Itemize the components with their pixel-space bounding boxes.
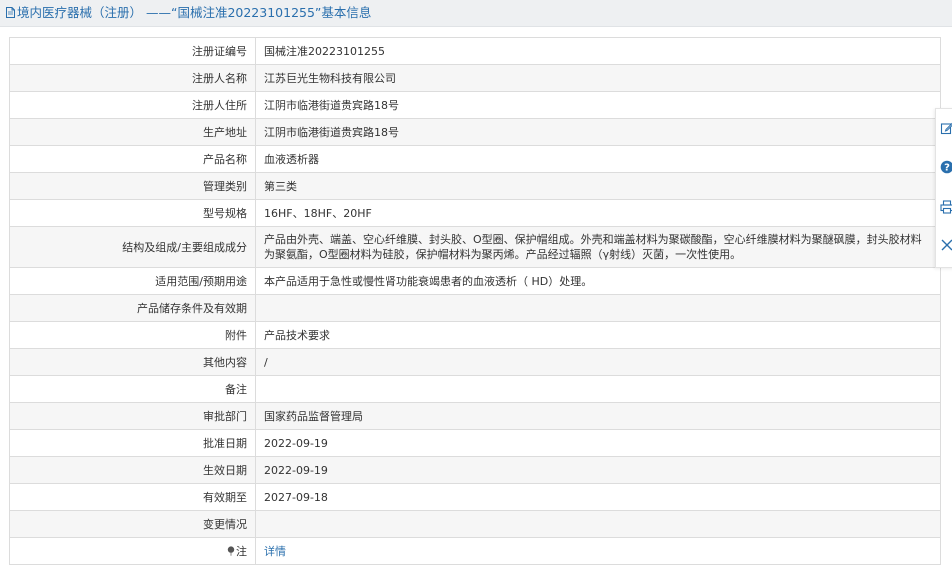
document-icon — [6, 7, 15, 18]
table-row: 备注 — [9, 375, 941, 403]
row-label: 其他内容 — [9, 348, 256, 376]
table-row: 审批部门 国家药品监督管理局 — [9, 402, 941, 430]
page-header: 境内医疗器械（注册） ——“国械注准20223101255”基本信息 — [0, 0, 952, 27]
row-label: 生效日期 — [9, 456, 256, 484]
device-info-table: 注册证编号 国械注准20223101255 注册人名称 江苏巨光生物科技有限公司… — [9, 37, 941, 565]
row-label: 审批部门 — [9, 402, 256, 430]
row-value: 本产品适用于急性或慢性肾功能衰竭患者的血液透析（ HD）处理。 — [255, 267, 941, 295]
note-label: 注 — [9, 537, 256, 565]
table-row: 注册人名称 江苏巨光生物科技有限公司 — [9, 64, 941, 92]
row-label: 适用范围/预期用途 — [9, 267, 256, 295]
row-label: 注册人名称 — [9, 64, 256, 92]
help-icon[interactable]: ? — [940, 160, 952, 174]
row-value — [255, 294, 941, 322]
row-label: 管理类别 — [9, 172, 256, 200]
row-value: 2022-09-19 — [255, 456, 941, 484]
table-row: 附件 产品技术要求 — [9, 321, 941, 349]
row-value: 产品由外壳、端盖、空心纤维膜、封头胶、O型圈、保护帽组成。外壳和端盖材料为聚碳酸… — [255, 226, 941, 268]
row-label: 注册人住所 — [9, 91, 256, 119]
row-label: 批准日期 — [9, 429, 256, 457]
print-icon[interactable] — [940, 200, 952, 214]
row-label: 注册证编号 — [9, 37, 256, 65]
table-row: 结构及组成/主要组成成分 产品由外壳、端盖、空心纤维膜、封头胶、O型圈、保护帽组… — [9, 226, 941, 268]
row-label: 备注 — [9, 375, 256, 403]
side-toolbar: ? — [935, 108, 952, 268]
table-row: 批准日期 2022-09-19 — [9, 429, 941, 457]
row-value: 2027-09-18 — [255, 483, 941, 511]
table-row: 适用范围/预期用途 本产品适用于急性或慢性肾功能衰竭患者的血液透析（ HD）处理… — [9, 267, 941, 295]
row-value: 2022-09-19 — [255, 429, 941, 457]
row-label: 产品名称 — [9, 145, 256, 173]
row-value: 第三类 — [255, 172, 941, 200]
pin-icon — [227, 545, 235, 556]
table-row: 注册证编号 国械注准20223101255 — [9, 37, 941, 65]
row-label: 产品储存条件及有效期 — [9, 294, 256, 322]
table-row: 有效期至 2027-09-18 — [9, 483, 941, 511]
table-row: 产品储存条件及有效期 — [9, 294, 941, 322]
row-label: 结构及组成/主要组成成分 — [9, 226, 256, 268]
row-label: 有效期至 — [9, 483, 256, 511]
row-value — [255, 375, 941, 403]
row-label: 生产地址 — [9, 118, 256, 146]
row-value: 国家药品监督管理局 — [255, 402, 941, 430]
table-row: 生产地址 江阴市临港街道贵宾路18号 — [9, 118, 941, 146]
row-value: 产品技术要求 — [255, 321, 941, 349]
row-value: 江阴市临港街道贵宾路18号 — [255, 91, 941, 119]
table-row: 注 详情 — [9, 537, 941, 565]
table-row: 生效日期 2022-09-19 — [9, 456, 941, 484]
table-row: 其他内容 / — [9, 348, 941, 376]
details-link[interactable]: 详情 — [264, 545, 286, 558]
table-row: 产品名称 血液透析器 — [9, 145, 941, 173]
row-value: 国械注准20223101255 — [255, 37, 941, 65]
row-value: 江阴市临港街道贵宾路18号 — [255, 118, 941, 146]
row-value: 详情 — [255, 537, 941, 565]
page-title: 境内医疗器械（注册） ——“国械注准20223101255”基本信息 — [17, 5, 372, 20]
table-row: 变更情况 — [9, 510, 941, 538]
row-label: 附件 — [9, 321, 256, 349]
row-value: 江苏巨光生物科技有限公司 — [255, 64, 941, 92]
close-icon[interactable] — [940, 238, 952, 252]
row-value — [255, 510, 941, 538]
row-label: 变更情况 — [9, 510, 256, 538]
table-row: 管理类别 第三类 — [9, 172, 941, 200]
table-row: 注册人住所 江阴市临港街道贵宾路18号 — [9, 91, 941, 119]
row-label: 型号规格 — [9, 199, 256, 227]
edit-icon[interactable] — [940, 121, 952, 135]
row-label: 注 — [236, 544, 247, 558]
svg-text:?: ? — [944, 163, 950, 174]
row-value: / — [255, 348, 941, 376]
row-value: 16HF、18HF、20HF — [255, 199, 941, 227]
table-row: 型号规格 16HF、18HF、20HF — [9, 199, 941, 227]
row-value: 血液透析器 — [255, 145, 941, 173]
